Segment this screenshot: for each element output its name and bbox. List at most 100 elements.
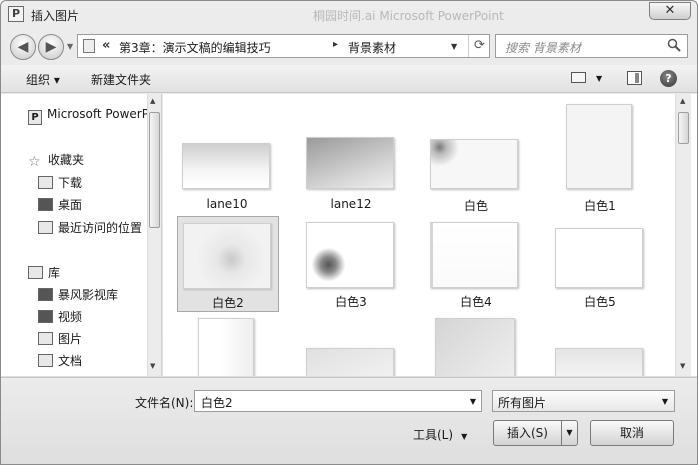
scroll-down-icon[interactable]: ▼ <box>680 362 685 370</box>
address-dropdown-icon[interactable]: ▼ <box>451 42 457 51</box>
file-thumbnail <box>306 348 394 376</box>
nav-item-label: 视频 <box>58 310 83 324</box>
file-thumbnail <box>555 228 643 288</box>
scrollbar-thumb[interactable] <box>149 112 160 228</box>
nav-item-favorites[interactable]: ☆ 收藏夹 <box>28 151 85 170</box>
cancel-button[interactable]: 取消 <box>590 420 674 446</box>
file-thumbnail <box>430 139 518 189</box>
file-thumbnail <box>306 222 394 288</box>
nav-item-label: 图片 <box>58 332 83 346</box>
file-item[interactable] <box>301 316 403 376</box>
file-item[interactable]: 白色4 <box>426 216 528 312</box>
chevron-down-icon[interactable]: ▼ <box>470 397 476 406</box>
file-grid-scrollbar[interactable]: ▲ ▼ <box>675 94 691 376</box>
powerpoint-app-icon: P <box>8 6 24 22</box>
file-thumbnail <box>435 318 515 376</box>
chevron-down-icon: ▼ <box>461 432 468 441</box>
file-type-select[interactable]: 所有图片 ▼ <box>492 390 675 412</box>
nav-pane-scrollbar[interactable]: ▲ ▼ <box>147 94 161 376</box>
search-input[interactable]: 搜索 背景素材 <box>495 34 688 58</box>
file-item[interactable]: lane10 <box>177 131 279 227</box>
file-item-selected[interactable]: 白色2 <box>177 216 279 312</box>
file-item[interactable]: 白色 <box>426 131 528 227</box>
file-thumbnail <box>198 318 254 376</box>
scroll-up-icon[interactable]: ▲ <box>680 97 685 105</box>
address-bar[interactable]: « 第3章：演示文稿的编辑技巧 ▸ 背景素材 ▼ ⟳ <box>77 34 490 58</box>
file-item[interactable] <box>550 316 652 376</box>
nav-item-label: 收藏夹 <box>48 153 85 167</box>
refresh-button[interactable]: ⟳ <box>468 35 490 57</box>
nav-item-desktop[interactable]: 桌面 <box>38 196 82 213</box>
search-placeholder: 搜索 背景素材 <box>505 41 581 55</box>
file-thumbnail <box>566 104 632 189</box>
insert-button[interactable]: 插入(S) <box>493 420 562 446</box>
file-name: 白色1 <box>584 199 616 213</box>
insert-picture-dialog: P 插入图片 桐园时间.ai Microsoft PowerPoint ✕ ◀ … <box>0 0 698 465</box>
nav-item-recent-places[interactable]: 最近访问的位置 <box>38 219 142 236</box>
filename-label: 文件名(N): <box>135 396 194 410</box>
forward-arrow-icon: ▶ <box>45 39 57 55</box>
title-bar: P 插入图片 桐园时间.ai Microsoft PowerPoint ✕ <box>1 1 697 27</box>
breadcrumb-background-assets[interactable]: 背景素材 <box>348 39 396 56</box>
desktop-icon <box>38 198 53 211</box>
breadcrumb-overflow[interactable]: « <box>102 38 110 53</box>
nav-item-label: 桌面 <box>58 198 83 212</box>
nav-item-powerpoint[interactable]: P Microsoft PowerPoint <box>28 107 161 125</box>
file-item[interactable] <box>426 316 528 376</box>
nav-item-label: 下载 <box>58 176 83 190</box>
forward-button[interactable]: ▶ <box>38 34 64 60</box>
file-type-value: 所有图片 <box>498 396 547 410</box>
scroll-down-icon[interactable]: ▼ <box>150 362 155 370</box>
filename-input[interactable]: 白色2 ▼ <box>194 390 482 412</box>
help-icon[interactable]: ? <box>660 70 677 87</box>
new-folder-button[interactable]: 新建文件夹 <box>91 71 151 88</box>
view-dropdown-icon[interactable]: ▼ <box>596 74 602 83</box>
nav-item-label: 文档 <box>58 354 83 368</box>
document-icon <box>38 354 53 367</box>
file-item[interactable] <box>177 316 279 376</box>
close-button[interactable]: ✕ <box>649 2 691 20</box>
nav-item-videos[interactable]: 视频 <box>38 308 82 325</box>
file-item[interactable]: 白色3 <box>301 216 403 312</box>
file-name: 白色2 <box>212 296 244 310</box>
nav-item-libraries[interactable]: 库 <box>28 264 60 281</box>
powerpoint-icon: P <box>28 110 42 125</box>
recent-places-icon <box>38 221 53 234</box>
nav-item-pictures[interactable]: 图片 <box>38 330 82 347</box>
file-item[interactable]: 白色1 <box>550 104 652 227</box>
back-button[interactable]: ◀ <box>10 34 36 60</box>
file-name: 白色 <box>463 199 488 213</box>
breadcrumb-chapter3[interactable]: 第3章：演示文稿的编辑技巧 <box>119 39 271 56</box>
insert-options-dropdown[interactable]: ▼ <box>561 420 578 446</box>
organize-button[interactable]: 组织 ▾ <box>26 71 60 88</box>
library-icon <box>28 266 43 279</box>
file-thumbnail <box>555 348 643 376</box>
scrollbar-thumb[interactable] <box>678 112 689 144</box>
nav-item-downloads[interactable]: 下载 <box>38 174 82 191</box>
scroll-up-icon[interactable]: ▲ <box>150 97 155 105</box>
star-icon: ☆ <box>28 154 41 170</box>
search-icon <box>667 38 681 52</box>
video-icon <box>38 310 53 323</box>
refresh-icon: ⟳ <box>474 38 485 53</box>
nav-item-label: 最近访问的位置 <box>58 221 143 235</box>
nav-item-documents[interactable]: 文档 <box>38 352 82 369</box>
file-item[interactable]: 白色5 <box>550 216 652 312</box>
nav-item-label: 暴风影视库 <box>58 288 119 302</box>
background-app-title: 桐园时间.ai Microsoft PowerPoint <box>313 9 504 23</box>
file-name: lane12 <box>330 197 372 211</box>
file-name: 白色4 <box>460 295 492 309</box>
tools-button[interactable]: 工具(L) ▼ <box>413 426 467 443</box>
preview-pane-icon[interactable] <box>627 71 642 85</box>
nav-item-video-library[interactable]: 暴风影视库 <box>38 286 118 303</box>
breadcrumb-separator-icon[interactable]: ▸ <box>333 39 338 50</box>
recent-pages-dropdown-icon[interactable]: ▼ <box>67 42 73 51</box>
view-mode-icon[interactable] <box>571 72 586 83</box>
file-grid: lane10 lane12 白色 白色1 白色2 白色3 白色4 白色5 <box>163 94 697 376</box>
chevron-down-icon: ▼ <box>661 397 668 406</box>
navigation-row: ◀ ▶ ▼ « 第3章：演示文稿的编辑技巧 ▸ 背景素材 ▼ ⟳ 搜索 背景素材 <box>1 27 697 65</box>
dialog-title: 插入图片 <box>31 9 80 23</box>
file-item[interactable]: lane12 <box>301 131 403 227</box>
file-name: lane10 <box>206 197 248 211</box>
nav-item-label: 库 <box>48 266 61 280</box>
